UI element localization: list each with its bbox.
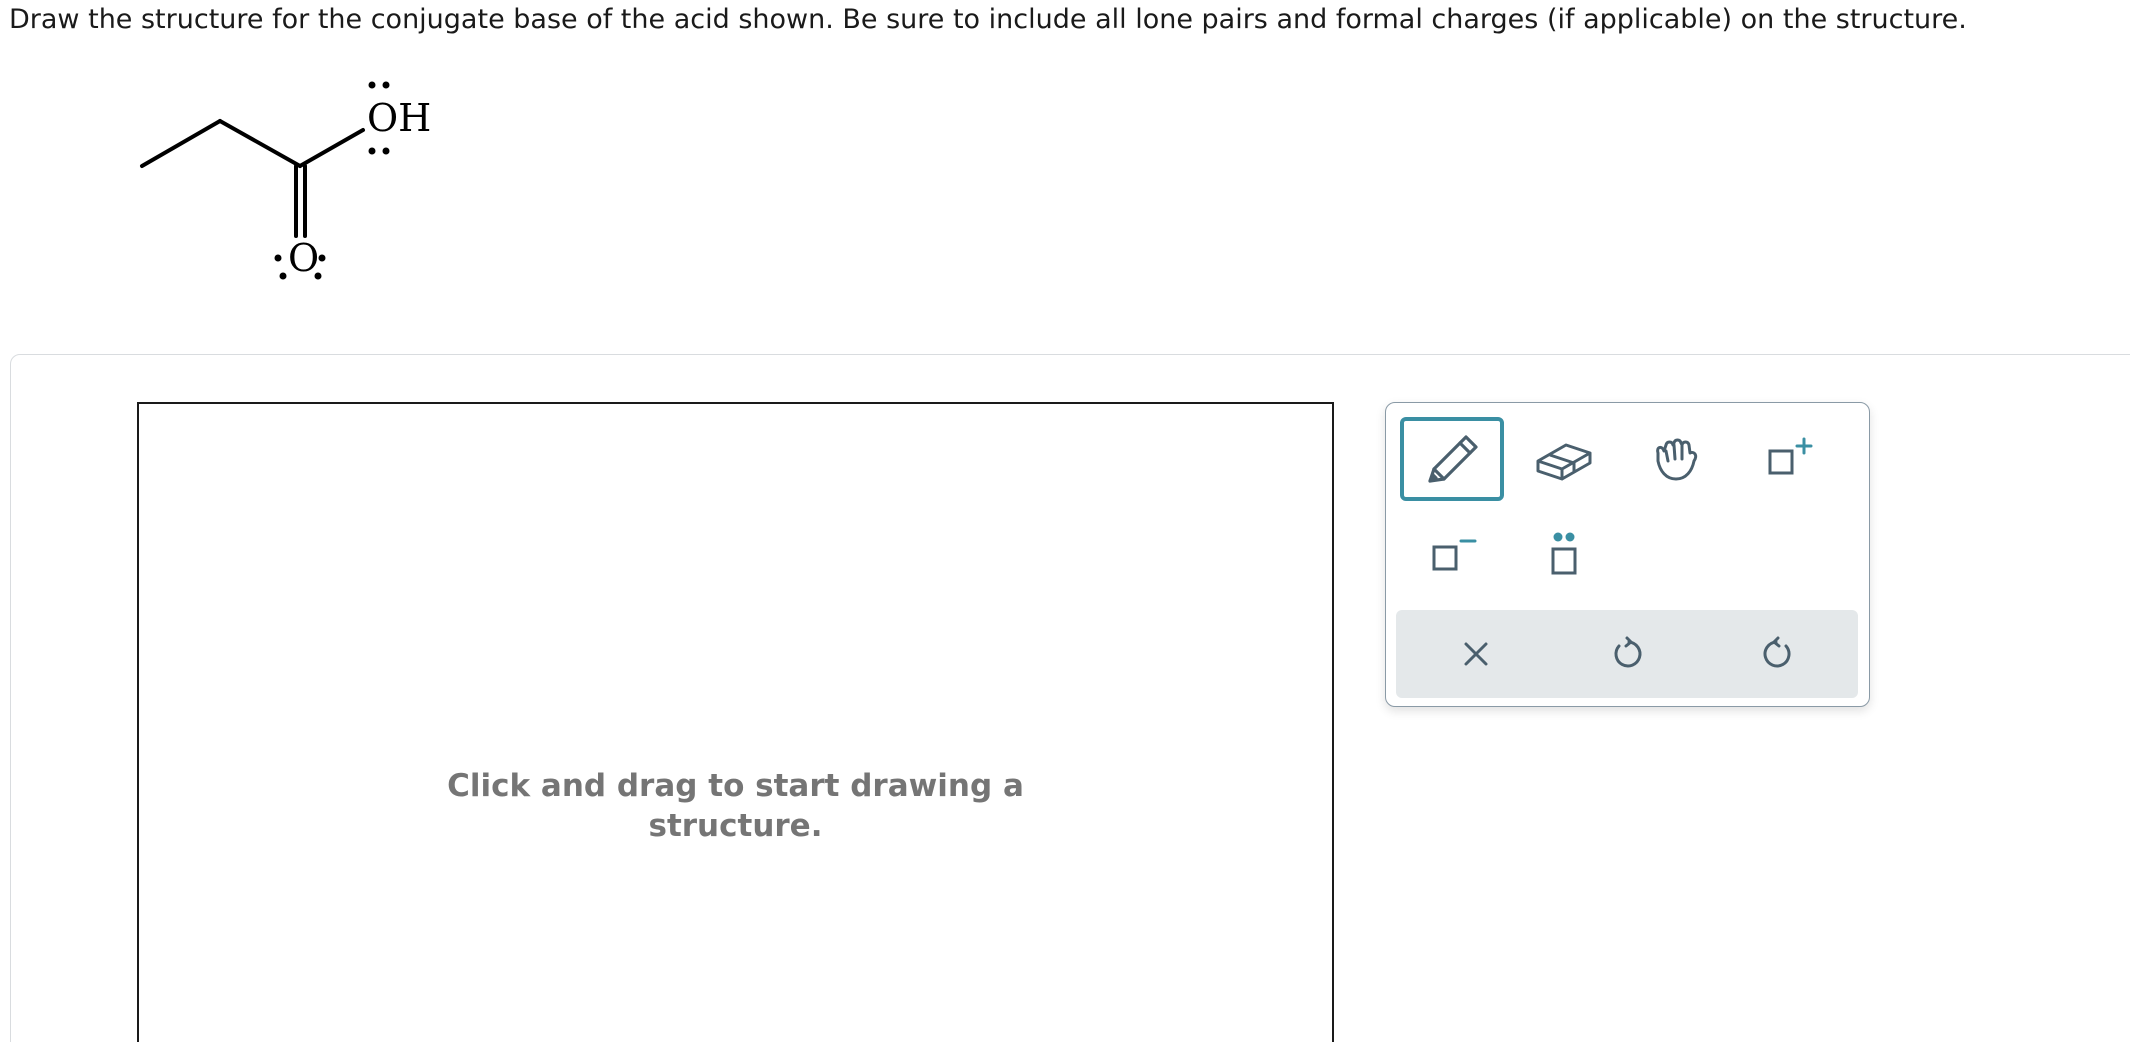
bond-ch2-c [218,119,302,168]
action-bar [1396,610,1858,698]
pencil-tool-button[interactable] [1400,417,1504,501]
clear-button[interactable] [1426,610,1526,698]
bond-ch3-ch2 [140,119,222,168]
pencil-icon [1428,435,1478,483]
lone-pair-tool-button[interactable] [1512,513,1616,597]
question-text: Draw the structure for the conjugate bas… [9,4,1967,35]
negative-charge-icon [1432,539,1477,571]
canvas-hint: Click and drag to start drawing a struct… [447,768,1024,844]
drawing-toolbar [1385,402,1870,707]
page: Draw the structure for the conjugate bas… [0,0,2130,1042]
positive-charge-icon [1768,437,1813,475]
drawing-canvas[interactable]: Click and drag to start drawing a struct… [137,402,1334,1042]
negative-charge-tool-button[interactable] [1400,513,1504,597]
move-tool-button[interactable] [1624,417,1728,501]
bond-c-oh [298,128,365,168]
undo-button[interactable] [1577,610,1677,698]
close-icon [1464,642,1488,666]
lone-pair-icon [1551,532,1577,575]
redo-button[interactable] [1728,610,1828,698]
eraser-tool-button[interactable] [1512,417,1616,501]
positive-charge-tool-button[interactable] [1736,417,1840,501]
hand-icon [1656,438,1698,481]
eraser-icon [1536,443,1592,481]
hydroxyl-label: OH [367,96,431,140]
carbonyl-oxygen-label: O [288,236,319,280]
redo-icon [1763,636,1791,668]
undo-icon [1614,636,1642,668]
propanoic-acid-structure: OH O [140,81,431,280]
